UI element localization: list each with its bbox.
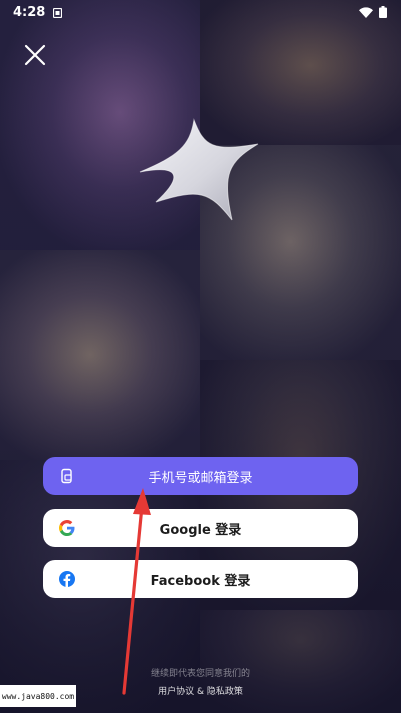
sim-card-icon [53,3,63,22]
wifi-icon [359,3,373,22]
close-button[interactable] [22,42,48,68]
status-bar: 4:28 [0,0,401,24]
sparkle-star-icon [139,118,259,221]
watermark: www.java800.com [0,685,76,707]
facebook-login-button[interactable]: Facebook 登录 [43,560,358,598]
app-logo [138,116,264,224]
phone-email-login-label: 手机号或邮箱登录 [148,470,253,486]
phone-email-login-button[interactable]: 手机号或邮箱登录 [43,457,358,495]
facebook-login-label: Facebook 登录 [150,573,251,589]
close-icon [24,44,46,66]
consent-text: 继续即代表您同意我们的 [150,669,250,679]
status-time: 4:28 [13,4,46,20]
battery-icon [379,3,387,22]
google-login-label: Google 登录 [159,522,242,538]
facebook-icon [59,571,75,587]
google-icon [59,520,75,536]
background-overlay [0,0,401,713]
google-login-button[interactable]: Google 登录 [43,509,358,547]
phone-icon [59,468,75,484]
